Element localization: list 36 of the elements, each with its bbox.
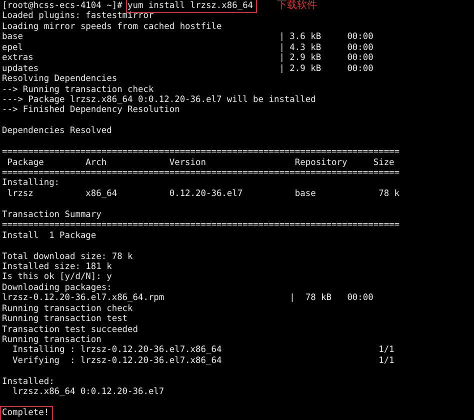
output-line: epel | 4.3 kB 00:00: [2, 42, 374, 53]
output-line: Dependencies Resolved: [2, 126, 112, 137]
output-line: Is this ok [y/d/N]: y: [2, 272, 112, 283]
output-line: Resolving Dependencies: [2, 74, 118, 85]
output-line: --> Running transaction check: [2, 84, 154, 95]
output-line: Total download size: 78 k: [2, 252, 133, 262]
output-line: Installed:: [2, 376, 54, 387]
output-line: ============================================================================: [2, 147, 400, 158]
prompt-text: [root@hcss-ecs-4104 ~]#: [2, 1, 122, 11]
output-line: ---> Package lrzsz.x86_64 0:0.12.20-36.el7 will be installed: [2, 94, 316, 106]
output-line: Running transaction test: [2, 314, 128, 325]
output-line: Running transaction: [2, 335, 102, 345]
output-line: Running transaction check: [2, 304, 133, 314]
output-line: Package Arch Version Repository Size: [6, 158, 394, 168]
output-line: updates | 2.9 kB 00:00: [2, 64, 374, 74]
output-line: Loaded plugins: fastestmirror: [2, 11, 154, 22]
output-line: lrzsz.x86_64 0:0.12.20-36.el7: [11, 387, 164, 398]
output-line: Install 1 Package: [2, 230, 96, 242]
output-line: Verifying : lrzsz-0.12.20-36.el7.x86_64 1/1: [11, 356, 394, 366]
output-line: Transaction Summary: [2, 210, 102, 220]
output-line: Installed size: 181 k: [2, 262, 112, 272]
output-line: Installing:: [2, 178, 60, 189]
output-line: lrzsz-0.12.20-36.el7.x86_64.rpm | 78 kB 00:00: [2, 293, 374, 304]
output-line: ============================================================================: [2, 220, 400, 231]
output-line: Installing : lrzsz-0.12.20-36.el7.x86_64 1/1: [11, 345, 394, 356]
output-line: base | 3.6 kB 00:00: [2, 32, 374, 43]
output-line: lrzsz x86_64 0.12.20-36.el7 base 78 k: [6, 188, 400, 200]
output-line: Transaction test succeeded: [2, 324, 138, 335]
annotation-label: 下载软件: [277, 1, 318, 12]
output-line: --> Finished Dependency Resolution: [2, 105, 180, 116]
output-line: Loading mirror speeds from cached hostfile: [2, 22, 222, 32]
output-line: extras | 2.9 kB 00:00: [2, 53, 374, 64]
output-line: Complete!: [2, 408, 52, 419]
output-line: Downloading packages:: [2, 282, 112, 293]
output-line: ============================================================================: [2, 168, 400, 178]
command-text: yum install lrzsz.x86_64: [128, 1, 256, 12]
